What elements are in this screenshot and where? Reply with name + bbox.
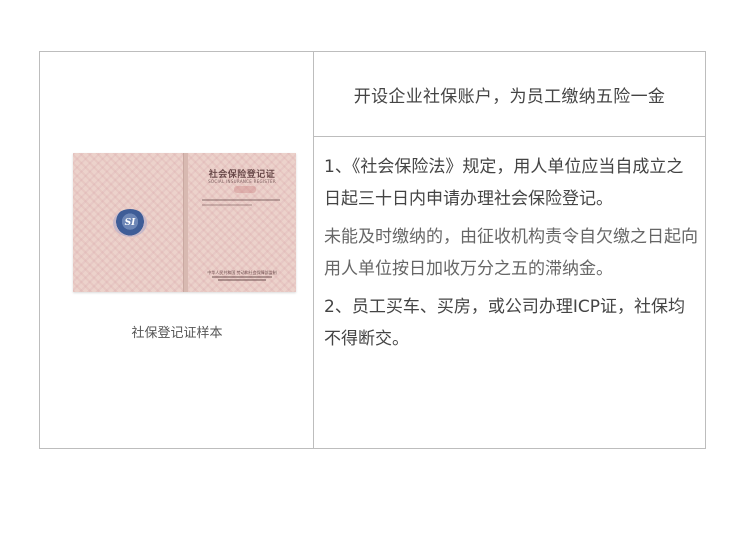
image-cell: SI 社会保险登记证 SOCIAL INSURANCE REGISTER 中华人…	[40, 52, 314, 448]
regulation-paragraph: 1、《社会保险法》规定，用人单位应当自成立之日起三十日内申请办理社会保险登记。	[324, 157, 684, 209]
section-body: 1、《社会保险法》规定，用人单位应当自成立之日起三十日内申请办理社会保险登记。 …	[314, 137, 705, 355]
certificate-stamp-icon	[234, 186, 256, 193]
late-fee-paragraph: 未能及时缴纳的，由征收机构责令自欠缴之日起向用人单位按日加收万分之五的滞纳金。	[324, 227, 698, 279]
section-title: 开设企业社保账户，为员工缴纳五险一金	[314, 52, 705, 137]
continuity-paragraph: 2、员工买车、买房，或公司办理ICP证，社保均不得断交。	[324, 297, 685, 349]
certificate-footer: 中华人民共和国 劳动和社会保障部监制	[188, 270, 296, 282]
certificate-field-line	[202, 199, 280, 201]
text-cell: 开设企业社保账户，为员工缴纳五险一金 1、《社会保险法》规定，用人单位应当自成立…	[314, 52, 705, 448]
si-emblem-icon: SI	[113, 209, 147, 237]
certificate-field-line	[202, 204, 252, 206]
social-insurance-certificate-image: SI 社会保险登记证 SOCIAL INSURANCE REGISTER 中华人…	[73, 153, 296, 292]
info-table: SI 社会保险登记证 SOCIAL INSURANCE REGISTER 中华人…	[39, 51, 706, 449]
certificate-cover: SI	[73, 153, 184, 292]
certificate-inner-page: 社会保险登记证 SOCIAL INSURANCE REGISTER 中华人民共和…	[188, 153, 296, 292]
certificate-footer-line	[212, 276, 272, 278]
certificate-subtitle: SOCIAL INSURANCE REGISTER	[208, 179, 276, 184]
emblem-label: SI	[124, 218, 136, 228]
image-caption: 社保登记证样本	[131, 326, 223, 341]
certificate-footer-text: 中华人民共和国 劳动和社会保障部监制	[207, 270, 277, 275]
certificate-footer-line	[218, 279, 266, 281]
